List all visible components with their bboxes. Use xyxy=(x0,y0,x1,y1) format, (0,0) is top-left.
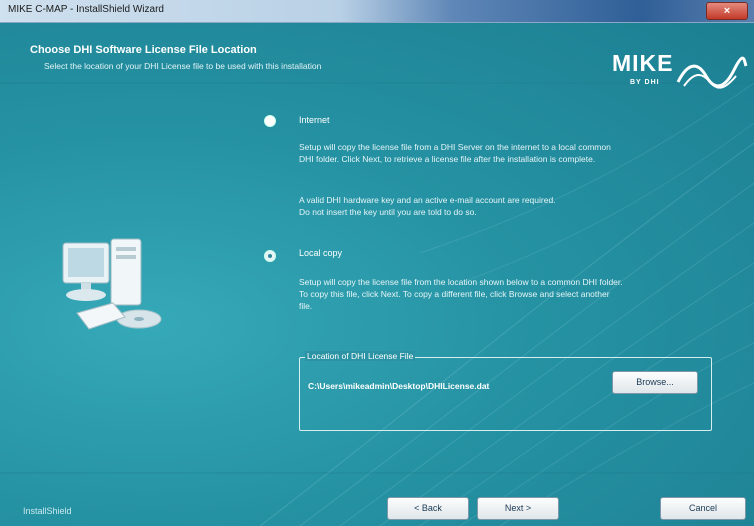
next-button[interactable]: Next > xyxy=(477,497,559,520)
license-location-legend: Location of DHI License File xyxy=(305,351,416,361)
internet-description-line: Setup will copy the license file from a … xyxy=(299,142,611,152)
logo-text: MIKE xyxy=(612,50,674,76)
window-title: MIKE C-MAP - InstallShield Wizard xyxy=(8,4,164,15)
local-copy-description-line: To copy this file, click Next. To copy a… xyxy=(299,289,610,299)
cancel-button[interactable]: Cancel xyxy=(660,497,746,520)
computer-install-icon xyxy=(55,231,165,341)
installshield-brand: InstallShield xyxy=(23,506,72,516)
local-copy-description: Setup will copy the license file from th… xyxy=(299,276,729,312)
local-copy-option-label[interactable]: Local copy xyxy=(299,248,342,258)
mike-wave-icon xyxy=(676,56,748,89)
back-button[interactable]: < Back xyxy=(387,497,469,520)
internet-note: A valid DHI hardware key and an active e… xyxy=(299,194,719,218)
internet-description: Setup will copy the license file from a … xyxy=(299,141,719,165)
internet-description-line: DHI folder. Click Next, to retrieve a li… xyxy=(299,154,596,164)
mike-logo: MIKE BY DHI xyxy=(612,48,752,108)
local-copy-radio[interactable] xyxy=(264,250,276,262)
license-file-path: C:\Users\mikeadmin\Desktop\DHILicense.da… xyxy=(308,381,490,391)
internet-note-line: Do not insert the key until you are told… xyxy=(299,207,477,217)
internet-radio[interactable] xyxy=(264,115,276,127)
wizard-content: Choose DHI Software License File Locatio… xyxy=(0,23,754,526)
title-bar[interactable]: MIKE C-MAP - InstallShield Wizard × xyxy=(0,0,754,23)
license-location-group xyxy=(299,357,712,431)
close-button[interactable]: × xyxy=(706,2,748,20)
browse-button[interactable]: Browse... xyxy=(612,371,698,394)
logo-subtext: BY DHI xyxy=(630,79,660,86)
internet-note-line: A valid DHI hardware key and an active e… xyxy=(299,195,556,205)
page-title: Choose DHI Software License File Locatio… xyxy=(30,44,257,56)
internet-option-label[interactable]: Internet xyxy=(299,115,330,125)
local-copy-description-line: file. xyxy=(299,301,313,311)
installer-window: MIKE C-MAP - InstallShield Wizard × Choo… xyxy=(0,0,754,526)
page-subtitle: Select the location of your DHI License … xyxy=(44,61,322,71)
local-copy-description-line: Setup will copy the license file from th… xyxy=(299,277,623,287)
